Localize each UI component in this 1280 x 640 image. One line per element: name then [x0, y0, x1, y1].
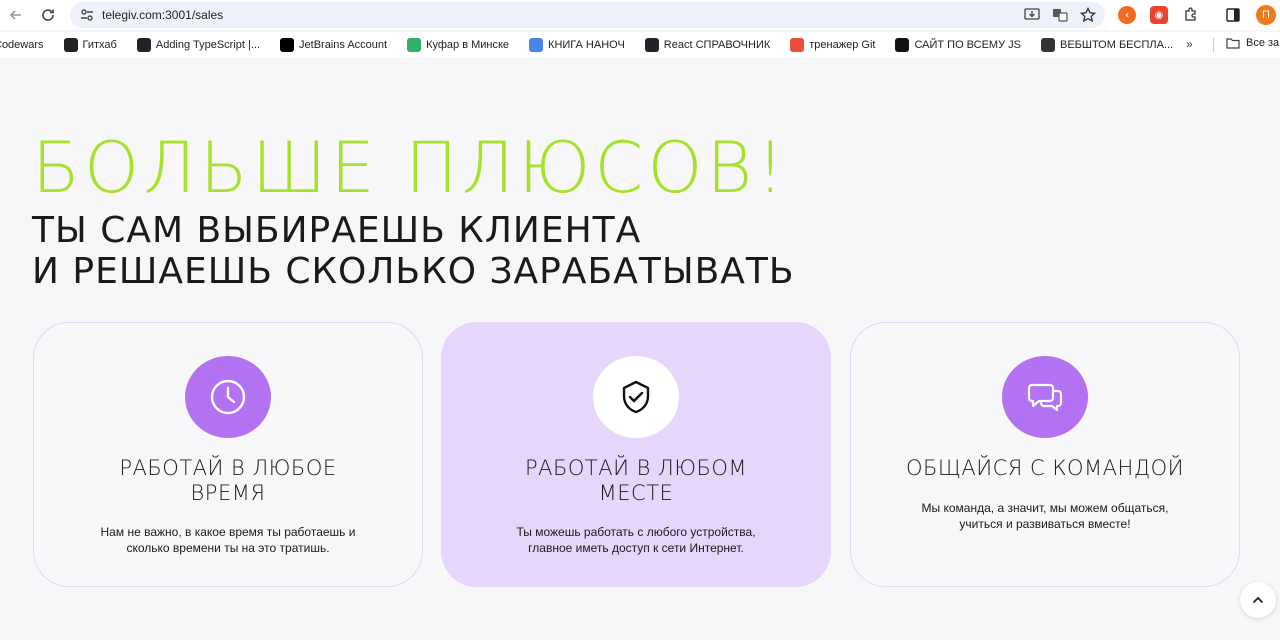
- bookmark-label: КНИГА НАНОЧ: [548, 39, 625, 51]
- scroll-to-top-button[interactable]: [1240, 582, 1276, 618]
- hero-title: БОЛЬШЕ ПЛЮСОВ!: [32, 127, 789, 209]
- card-title-line-2: ВРЕМЯ: [190, 481, 266, 505]
- address-bar[interactable]: telegiv.com:3001/sales: [70, 2, 1105, 28]
- extensions-puzzle-icon[interactable]: [1182, 6, 1200, 24]
- hero-subtitle: ТЫ САМ ВЫБИРАЕШЬ КЛИЕНТА И РЕШАЕШЬ СКОЛЬ…: [32, 210, 795, 292]
- benefit-card-any-time: РАБОТАЙ В ЛЮБОЕ ВРЕМЯ Нам не важно, в ка…: [33, 322, 423, 587]
- chevron-up-icon: [1253, 596, 1263, 603]
- bookmark-item[interactable]: Гитхаб: [63, 38, 117, 52]
- clock-icon: [185, 356, 271, 438]
- bookmark-item[interactable]: САЙТ ПО ВСЕМУ JS: [895, 38, 1021, 52]
- page-content: БОЛЬШЕ ПЛЮСОВ! ТЫ САМ ВЫБИРАЕШЬ КЛИЕНТА …: [0, 60, 1280, 640]
- kufar-icon: [407, 38, 422, 52]
- bookmark-label: тренажер Git: [809, 39, 876, 51]
- jetbrains-icon: [280, 38, 295, 52]
- card-description-line-1: Нам не важно, в какое время ты работаешь…: [100, 525, 356, 539]
- bookmark-item[interactable]: Куфар в Минске: [407, 38, 509, 52]
- github-icon: [63, 38, 78, 52]
- bookmark-label: Гитхаб: [82, 39, 117, 51]
- card-title-line-1: ОБЩАЙСЯ С КОМАНДОЙ: [905, 456, 1185, 480]
- card-title-line-2: МЕСТЕ: [598, 481, 674, 505]
- card-description: Ты можешь работать с любого устройства, …: [472, 524, 800, 556]
- t-icon: [1040, 38, 1055, 52]
- bookmarks-divider: [1213, 38, 1214, 52]
- profile-avatar[interactable]: П: [1256, 5, 1276, 25]
- bookmark-item[interactable]: Adding TypeScript |...: [136, 38, 261, 52]
- card-title: РАБОТАЙ В ЛЮБОМ МЕСТЕ: [462, 456, 810, 506]
- all-bookmarks-folder[interactable]: Все за: [1226, 37, 1279, 49]
- react-icon: [644, 38, 659, 52]
- card-description: Мы команда, а значит, мы можем общаться,…: [881, 500, 1209, 532]
- card-description-line-2: главное иметь доступ к сети Интернет.: [528, 541, 744, 555]
- card-description-line-2: сколько времени ты на это тратишь.: [126, 541, 330, 555]
- folder-icon: [1226, 38, 1240, 49]
- url-text[interactable]: telegiv.com:3001/sales: [102, 8, 223, 22]
- card-title-line-1: РАБОТАЙ В ЛЮБОЕ: [119, 456, 337, 480]
- bookmark-star-icon[interactable]: [1079, 6, 1097, 24]
- docs-icon: [529, 38, 544, 52]
- bookmark-label: ВЕБШТОМ БЕСПЛА...: [1059, 39, 1174, 51]
- card-description: Нам не важно, в какое время ты работаешь…: [64, 524, 392, 556]
- benefit-card-team: ОБЩАЙСЯ С КОМАНДОЙ Мы команда, а значит,…: [850, 322, 1240, 587]
- card-title: РАБОТАЙ В ЛЮБОЕ ВРЕМЯ: [54, 456, 402, 506]
- git-trainer-icon: [790, 38, 805, 52]
- shield-check-icon: [593, 356, 679, 438]
- site-settings-icon[interactable]: [78, 6, 96, 24]
- card-description-line-1: Мы команда, а значит, мы можем общаться,: [921, 501, 1169, 515]
- bookmark-item[interactable]: ВЕБШТОМ БЕСПЛА...: [1040, 38, 1174, 52]
- bookmark-item[interactable]: КНИГА НАНОЧ: [529, 38, 625, 52]
- extension-orange-icon[interactable]: ‹: [1118, 6, 1136, 24]
- reload-icon[interactable]: [34, 1, 62, 29]
- card-title-line-1: РАБОТАЙ В ЛЮБОМ: [524, 456, 748, 480]
- extension-red-icon[interactable]: ◉: [1150, 6, 1168, 24]
- back-arrow-icon[interactable]: [2, 1, 30, 29]
- benefit-card-any-place: РАБОТАЙ В ЛЮБОМ МЕСТЕ Ты можешь работать…: [441, 322, 831, 587]
- bookmarks-bar: Codewars Гитхаб Adding TypeScript |... JetB…: [0, 32, 1280, 58]
- bookmark-label: React СПРАВОЧНИК: [663, 39, 771, 51]
- card-title: ОБЩАЙСЯ С КОМАНДОЙ: [871, 456, 1219, 481]
- install-app-icon[interactable]: [1023, 6, 1041, 24]
- card-description-line-2: учиться и развиваться вместе!: [959, 517, 1131, 531]
- bookmark-item[interactable]: тренажер Git: [790, 38, 875, 52]
- bookmarks-overflow-icon[interactable]: »: [1186, 37, 1193, 51]
- browser-toolbar: telegiv.com:3001/sales ‹ ◉ П: [0, 0, 1280, 30]
- card-description-line-1: Ты можешь работать с любого устройства,: [516, 525, 756, 539]
- side-panel-icon[interactable]: [1224, 6, 1242, 24]
- chat-bubbles-icon: [1002, 356, 1088, 438]
- hero-subtitle-line-2: И РЕШАЕШЬ СКОЛЬКО ЗАРАБАТЫВАТЬ: [32, 251, 795, 292]
- all-bookmarks-label: Все за: [1246, 37, 1280, 49]
- bookmark-item[interactable]: JetBrains Account: [280, 38, 387, 52]
- bookmark-label: САЙТ ПО ВСЕМУ JS: [914, 39, 1021, 51]
- bookmark-label: Codewars: [0, 39, 44, 51]
- hero-subtitle-line-1: ТЫ САМ ВЫБИРАЕШЬ КЛИЕНТА: [32, 210, 642, 251]
- bookmark-item[interactable]: React СПРАВОЧНИК: [644, 38, 771, 52]
- js-site-icon: [895, 38, 910, 52]
- bookmark-label: Куфар в Минске: [426, 39, 510, 51]
- bookmark-item[interactable]: Codewars: [0, 39, 44, 51]
- translate-icon[interactable]: [1051, 6, 1069, 24]
- bookmark-label: Adding TypeScript |...: [155, 39, 261, 51]
- bookmark-label: JetBrains Account: [299, 39, 388, 51]
- typescript-icon: [136, 38, 151, 52]
